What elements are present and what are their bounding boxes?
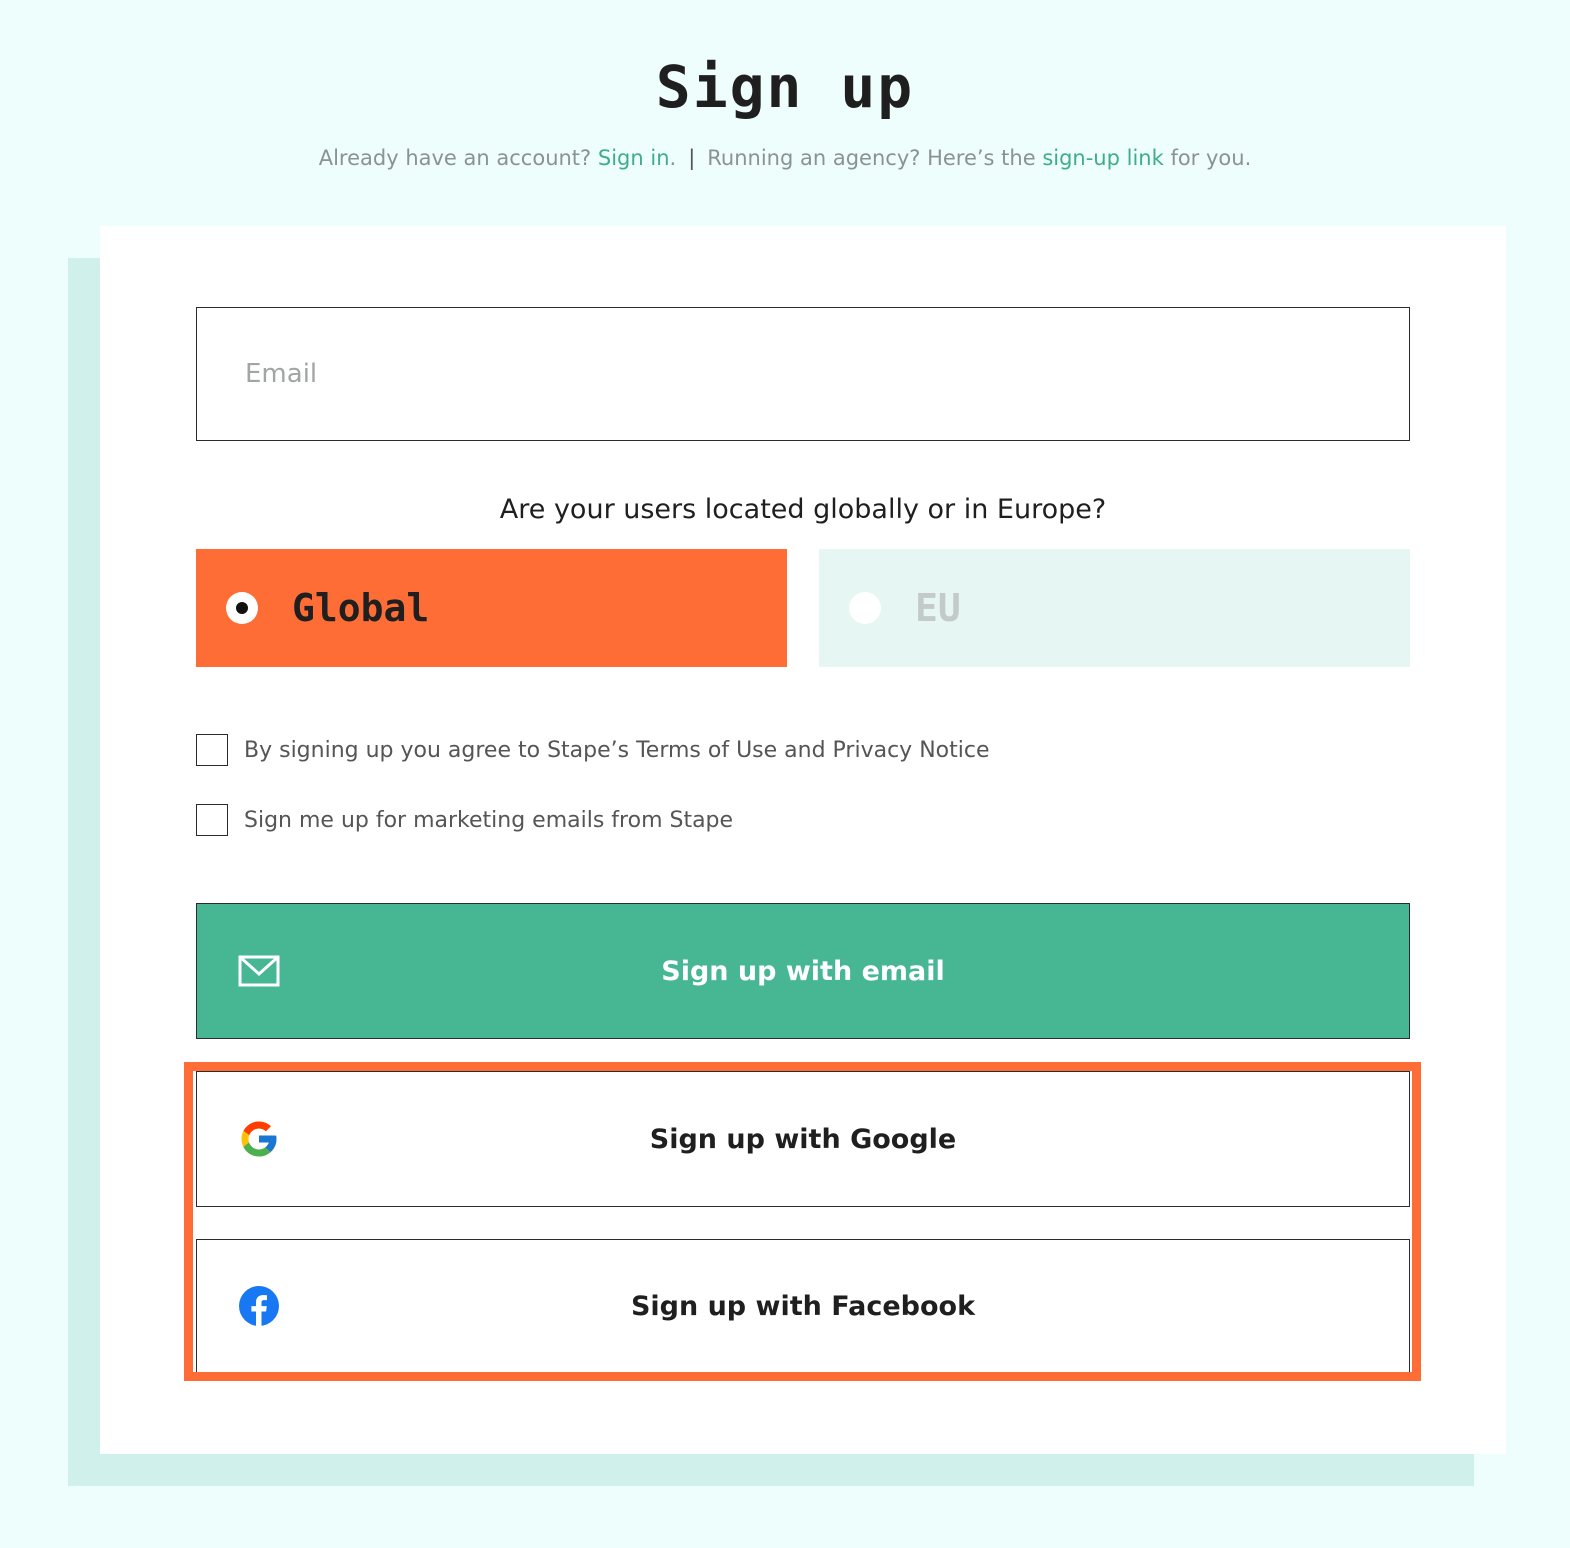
marketing-checkbox-row[interactable]: Sign me up for marketing emails from Sta… <box>196 803 733 837</box>
region-question: Are your users located globally or in Eu… <box>499 494 1107 525</box>
agency-signup-link[interactable]: sign-up link <box>1042 146 1163 170</box>
signup-google-button[interactable]: Sign up with Google <box>196 1071 1410 1207</box>
signup-facebook-button[interactable]: Sign up with Facebook <box>196 1239 1410 1373</box>
page-title: Sign up <box>655 53 915 121</box>
signup-email-button[interactable]: Sign up with email <box>196 903 1410 1039</box>
region-option-eu[interactable]: EU <box>819 549 1410 667</box>
region-label-eu: EU <box>915 586 961 630</box>
region-label-global: Global <box>292 586 430 630</box>
signin-prompt: Already have an account? Sign in. | Runnin… <box>0 143 1570 173</box>
signup-email-label: Sign up with email <box>661 955 945 987</box>
marketing-checkbox[interactable] <box>196 804 228 836</box>
terms-checkbox-row[interactable]: By signing up you agree to Stape’s Terms… <box>196 733 989 767</box>
signup-google-label: Sign up with Google <box>649 1123 957 1155</box>
marketing-checkbox-label: Sign me up for marketing emails from Sta… <box>244 807 734 833</box>
agency-prompt-suffix: for you. <box>1163 146 1252 170</box>
account-prompt-suffix: . <box>669 146 677 170</box>
email-input[interactable] <box>196 307 1410 441</box>
account-prompt-text: Already have an account? <box>318 146 598 170</box>
region-option-global[interactable]: Global <box>196 549 787 667</box>
separator: | <box>688 146 696 170</box>
sign-in-link[interactable]: Sign in <box>598 146 670 170</box>
radio-button-unselected[interactable] <box>849 592 881 624</box>
radio-dot <box>236 602 248 614</box>
agency-prompt-text: Running an agency? Here’s the <box>707 146 1043 170</box>
radio-button-selected[interactable] <box>226 592 258 624</box>
signup-facebook-label: Sign up with Facebook <box>630 1290 976 1322</box>
terms-checkbox-label: By signing up you agree to Stape’s Terms… <box>244 737 990 763</box>
terms-checkbox[interactable] <box>196 734 228 766</box>
